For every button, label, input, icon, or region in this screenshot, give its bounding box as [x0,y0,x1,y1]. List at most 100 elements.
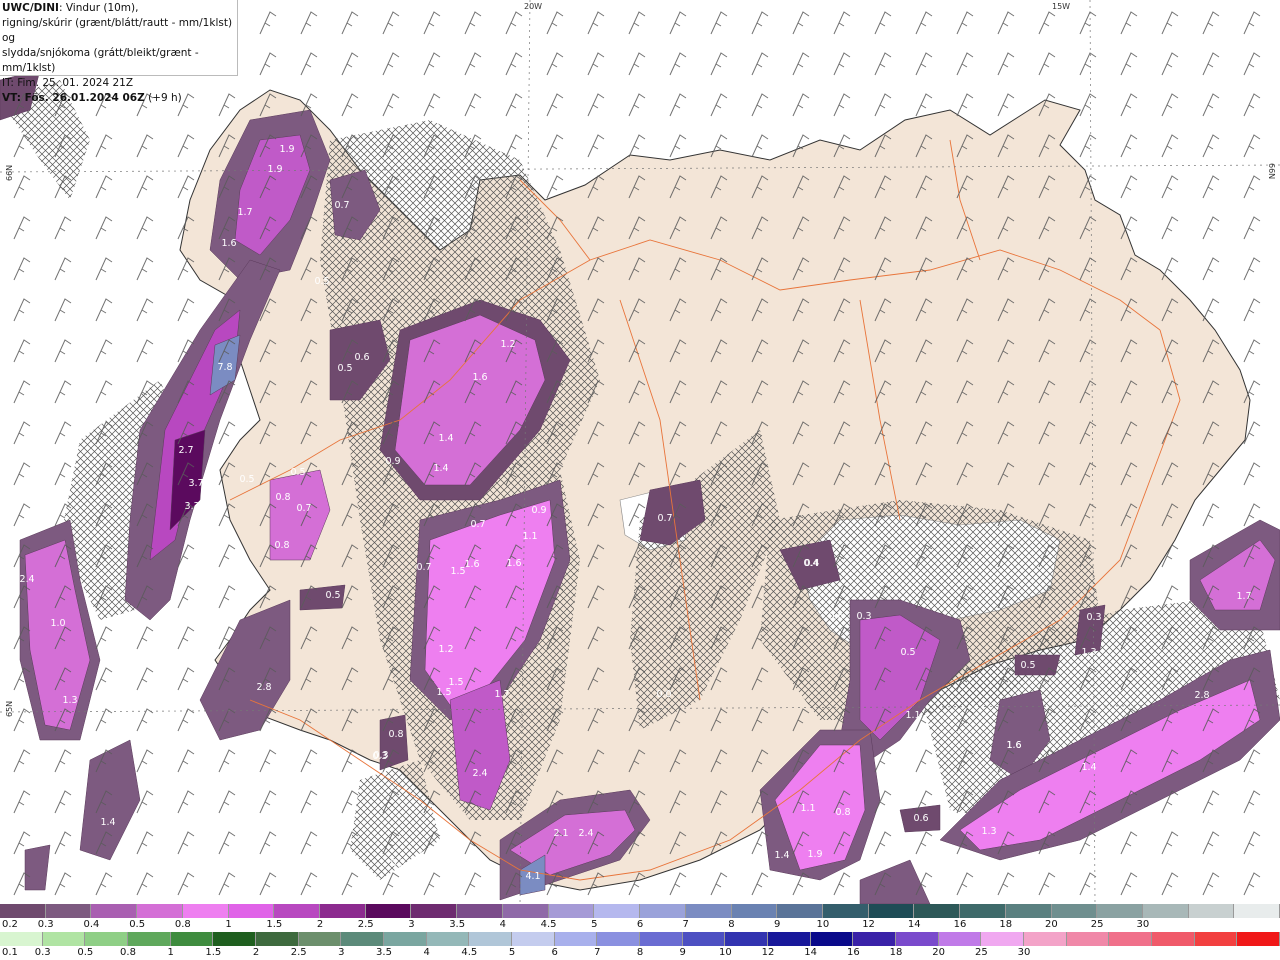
scale-swatch [256,932,299,946]
scale-swatch [469,932,513,946]
precip-label: 1.9 [807,849,822,860]
scale-tick: 0.8 [120,947,136,958]
scale-swatch [137,904,183,918]
scale-tick: 9 [679,947,686,958]
scale-swatch [960,904,1006,918]
scale-swatch [1024,932,1067,946]
precip-label: 0.3 [856,611,871,622]
scale-swatch [1097,904,1143,918]
scale-swatch [45,904,92,918]
precip-label: 1.6 [472,372,487,383]
precip-label: 0.6 [147,809,162,820]
scale-swatch [682,932,726,946]
precip-label: 0.4 [70,854,85,865]
precip-label: 2.7 [178,445,193,456]
scale-swatch [1234,904,1280,918]
lon-label-15w: 15W [1052,2,1070,11]
scale-tick: 0.4 [83,919,100,930]
scale-swatch [341,932,385,946]
scale-tick: 5 [591,919,598,930]
precip-label: 1.4 [774,850,789,861]
scale-tick: 8 [728,919,735,930]
precip-label: 1.4 [433,463,448,474]
scale-tick: 30 [1136,919,1150,930]
scale-tick: 9 [773,919,781,930]
info-line-rain: rigning/skúrir (grænt/blátt/rautt - mm/1… [2,17,233,44]
precip-label: 0.8 [835,807,850,818]
scale-swatch [810,932,854,946]
scale-swatch [0,904,46,918]
scale-tick: 18 [999,919,1013,930]
scale-swatch [384,932,427,946]
scale-swatch [640,904,686,918]
weather-map: 20W 15W 66N 65N 66N 1.9 1.9 1.7 1.6 0.7 0.5 1.… [0,0,1280,904]
scale-swatch [502,904,549,918]
scale-tick: 18 [889,947,903,958]
precip-label: 3.7 [188,478,203,489]
scale-swatch [170,932,214,946]
scale-tick: 4 [423,947,430,958]
precip-label: 4.1 [525,871,540,882]
precip-label: 1.5 [450,566,465,577]
scale-swatch [597,932,641,946]
scale-swatch [981,932,1025,946]
precip-label: 1.4 [100,817,115,828]
precip-label: 0.7 [657,513,672,524]
scale-tick: 12 [761,947,775,958]
scale-tick: 10 [816,919,830,930]
scale-swatch [128,932,171,946]
precip-label: 1.0 [50,618,65,629]
scale-swatch [768,932,811,946]
precip-label: 1.6 [464,559,479,570]
scale-swatch [938,932,982,946]
scale-tick: 12 [862,919,875,930]
precip-label: 0.5 [325,590,340,601]
lat-label-left-lower: 65N [5,701,14,717]
scale-swatch [868,904,915,918]
precip-label: 0.4 [804,558,819,569]
scale-swatch [1066,932,1110,946]
scale-tick: 4.5 [461,947,478,958]
precip-label: 0.8 [388,729,403,740]
precip-label: 0.7 [470,519,485,530]
scale-tick: 0.8 [174,919,191,930]
lat-label-right-upper: 66N [1267,163,1276,179]
scale-tick: 16 [953,919,967,930]
scale-swatch [914,904,961,918]
scale-swatch [777,904,823,918]
info-title-rest: : Vindur (10m), [58,2,139,14]
scale-tick: 10 [718,947,732,958]
precip-label: 1.5 [119,631,134,642]
precip-label: 1.5 [436,687,451,698]
precip-label: 0.9 [385,456,400,467]
precip-label: 1.6 [1006,740,1021,751]
scale-tick: 7 [594,947,601,958]
valid-time-offset: (+9 h) [148,92,182,104]
precip-label: 1.7 [1236,591,1251,602]
scale-swatch [725,932,769,946]
precip-label: 1.1 [905,710,920,721]
scale-tick: 3 [408,919,415,930]
scale-swatch [1152,932,1195,946]
scale-swatch [274,904,321,918]
info-valid-time: VT: Fös. 26.01.2024 06Z (+9 h) [2,91,237,106]
scale-swatch [685,904,732,918]
precip-label: 0.9 [531,505,546,516]
precip-label: 0.3 [390,858,405,869]
precip-label: 0.5 [1020,660,1035,671]
scale-tick: 5 [508,947,516,958]
scale-tick: 0.3 [34,947,51,958]
precip-label: 1.2 [500,339,515,350]
precip-label: 0.3 [372,751,387,762]
scale-swatch [320,904,366,918]
precip-label: 0.6 [828,611,843,622]
precip-label: 7.8 [217,362,232,373]
precip-label: 0.7 [334,200,349,211]
scale-swatch [85,932,129,946]
scale-swatch [213,932,257,946]
scale-swatch [228,904,275,918]
precip-label: 0.7 [296,503,311,514]
precip-label: 1.9 [267,164,282,175]
scale-tick: 6 [636,919,644,930]
precip-label: 0.5 [337,363,352,374]
